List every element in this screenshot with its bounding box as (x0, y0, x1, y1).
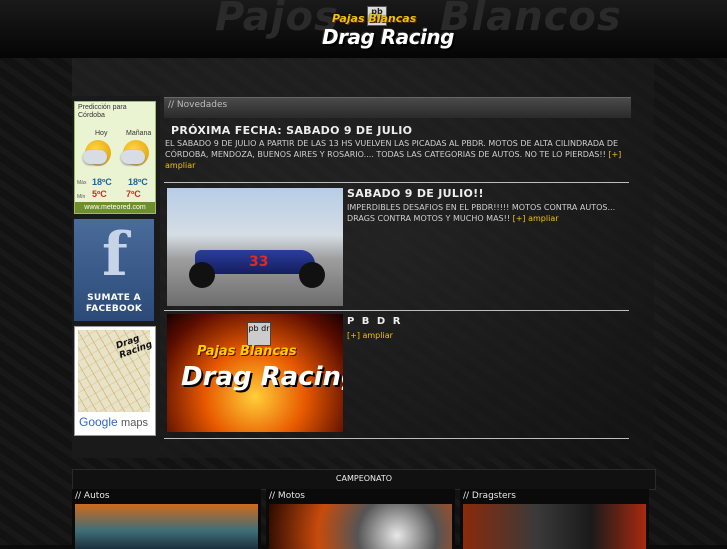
category-label: // Autos (75, 491, 110, 501)
category-autos[interactable]: // Autos (72, 489, 261, 549)
news-title[interactable]: PRÓXIMA FECHA: SABADO 9 DE JULIO (171, 124, 412, 137)
news-text: [+] ampliar (347, 330, 627, 341)
category-image (463, 504, 646, 549)
site-logo[interactable]: pb dr Pajas Blancas Drag Racing (318, 6, 454, 52)
weather-today-min: 5ºC (92, 189, 107, 199)
weather-tomorrow-min: 7ºC (126, 189, 141, 199)
news-divider (164, 438, 629, 439)
image-logo-top: Pajas Blancas (197, 344, 297, 359)
category-motos[interactable]: // Motos (266, 489, 455, 549)
news-text: EL SABADO 9 DE JULIO A PARTIR DE LAS 13 … (165, 138, 625, 171)
news-title[interactable]: SABADO 9 DE JULIO!! (347, 187, 484, 200)
news-body: IMPERDIBLES DESAFIOS EN EL PBDR!!!!! MOT… (347, 203, 616, 223)
dragster-number: 33 (249, 254, 269, 270)
maps-text: maps (121, 417, 148, 429)
cloud-icon (121, 150, 145, 164)
google-text: Google (79, 415, 118, 429)
weather-tomorrow-max: 18ºC (128, 177, 148, 187)
campeonato-label: CAMPEONATO (335, 474, 393, 483)
weather-min-label: Mín (77, 194, 86, 200)
weather-widget[interactable]: Predicción para Córdoba Hoy Mañana Máx M… (74, 101, 156, 214)
facebook-icon: f (102, 220, 128, 290)
news-body: EL SABADO 9 DE JULIO A PARTIR DE LAS 13 … (165, 139, 619, 159)
google-maps-logo: Google maps (79, 415, 148, 429)
logo-main-text: Drag Racing (322, 25, 454, 49)
weather-footer-link[interactable]: www.meteored.com (75, 202, 155, 213)
category-image (75, 504, 258, 549)
news-divider (164, 310, 629, 311)
novedades-label: // Novedades (168, 100, 228, 110)
logo-badge: pb dr (247, 322, 271, 346)
header-ghost-text-right: Blancos (440, 0, 622, 40)
news-title[interactable]: P B D R (347, 316, 402, 327)
ampliar-link[interactable]: [+] ampliar (347, 331, 393, 340)
cloud-icon (83, 150, 107, 164)
weather-max-label: Máx (77, 180, 87, 186)
category-dragsters[interactable]: // Dragsters (460, 489, 649, 549)
category-label: // Dragsters (463, 491, 516, 501)
category-image (269, 504, 452, 549)
wheel-icon (299, 262, 325, 288)
campeonato-bar: CAMPEONATO (72, 469, 656, 490)
google-maps-banner[interactable]: Drag Racing Google maps (74, 326, 156, 436)
weather-title: Predicción para Córdoba (78, 104, 127, 119)
news-text: IMPERDIBLES DESAFIOS EN EL PBDR!!!!! MOT… (347, 202, 627, 224)
site-header: Pajos Blancos pb dr Pajas Blancas Drag R… (0, 0, 727, 58)
facebook-text: SUMATE A FACEBOOK (85, 293, 143, 314)
news-divider (164, 182, 629, 183)
weather-day-today: Hoy (95, 130, 108, 137)
ampliar-link[interactable]: [+] ampliar (513, 214, 559, 223)
weather-day-tomorrow: Mañana (126, 130, 152, 137)
facebook-banner[interactable]: f SUMATE A FACEBOOK (74, 219, 154, 321)
weather-today-max: 18ºC (92, 177, 112, 187)
wheel-icon (189, 262, 215, 288)
news-image-dragster[interactable]: 33 (167, 188, 343, 306)
novedades-header: // Novedades (164, 97, 631, 118)
category-label: // Motos (269, 491, 305, 501)
image-logo-main: Drag Racing (181, 362, 343, 392)
logo-top-text: Pajas Blancas (332, 12, 417, 25)
news-image-logo[interactable]: pb dr Pajas Blancas Drag Racing (167, 314, 343, 432)
